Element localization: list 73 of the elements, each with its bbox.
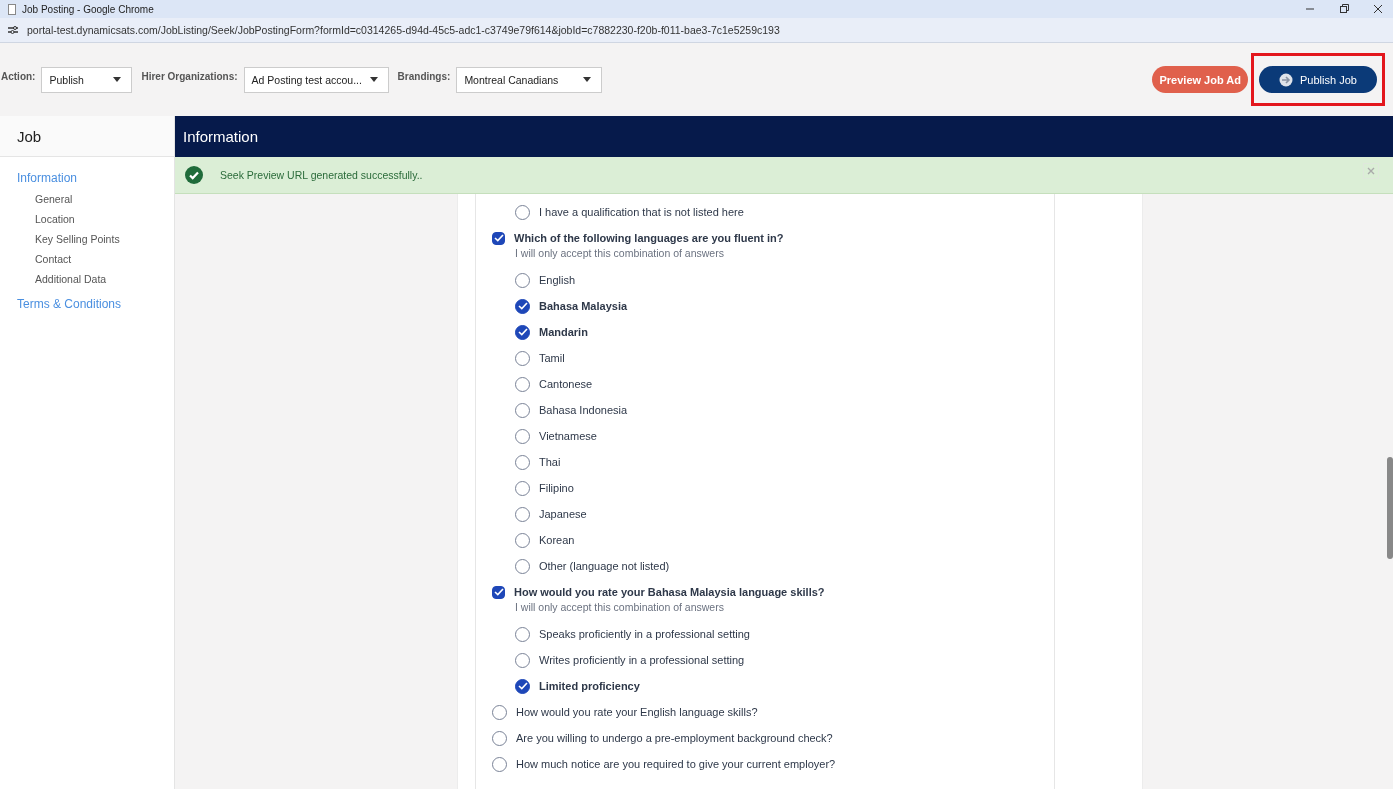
option-label: Vietnamese	[539, 430, 597, 442]
question-checkbox[interactable]	[492, 704, 507, 720]
site-settings-icon[interactable]	[7, 25, 19, 35]
option-label: Tamil	[539, 352, 565, 364]
option-label: Japanese	[539, 508, 587, 520]
preview-button[interactable]: Preview Job Ad	[1152, 66, 1248, 93]
sidebar-item[interactable]: Location	[17, 213, 174, 225]
check-circle-icon	[185, 166, 203, 184]
option-label: Cantonese	[539, 378, 593, 390]
option-label: I have a qualification that is not listed here	[539, 206, 744, 218]
filter-label: Hirer Organizations:	[141, 71, 238, 82]
option-label: Bahasa Indonesia	[539, 404, 628, 416]
option-checkbox[interactable]	[515, 506, 530, 522]
question-text: How would you rate your Bahasa Malaysia language skills?	[514, 586, 825, 598]
option-checkbox[interactable]	[515, 324, 530, 340]
option-label: Mandarin	[539, 326, 588, 338]
restore-icon[interactable]	[1339, 4, 1349, 14]
option-checkbox[interactable]	[515, 350, 530, 366]
option-label: English	[539, 274, 576, 286]
option-checkbox[interactable]	[515, 272, 530, 288]
sidebar-title: Job	[0, 116, 174, 157]
question-text: How would you rate your English language skills?	[516, 706, 758, 718]
question-checkbox[interactable]	[492, 730, 507, 746]
option-label: Korean	[539, 534, 575, 546]
option-checkbox[interactable]	[515, 298, 530, 314]
caret-icon	[583, 77, 592, 82]
option-checkbox[interactable]	[515, 652, 530, 668]
option-label: Thai	[539, 456, 561, 468]
window-title: Job Posting - Google Chrome	[22, 3, 155, 15]
scrollbar-thumb[interactable]	[1387, 457, 1393, 559]
option-label: Filipino	[539, 482, 574, 494]
question-text: How much notice are you required to give your current employer?	[516, 758, 836, 770]
caret-icon	[113, 77, 122, 82]
page-icon	[8, 3, 16, 15]
option-checkbox[interactable]	[515, 678, 530, 694]
filter-dropdown[interactable]: Montreal Canadians	[456, 66, 603, 93]
question-checkbox[interactable]	[492, 756, 507, 772]
question-text: Which of the following languages are you fluent in?	[514, 232, 784, 244]
sidebar-section-link[interactable]: Information	[17, 171, 174, 185]
option-checkbox[interactable]	[515, 402, 530, 418]
question-text: Are you willing to undergo a pre-employment background check?	[516, 732, 833, 744]
sidebar-section-link[interactable]: Terms & Conditions	[17, 297, 174, 311]
option-checkbox[interactable]	[515, 626, 530, 642]
question-checkbox[interactable]	[492, 231, 505, 245]
option-label: Speaks proficiently in a professional setting	[539, 628, 750, 640]
question-checkbox[interactable]	[492, 585, 505, 599]
option-checkbox[interactable]	[515, 532, 530, 548]
option-label: Writes proficiently in a professional setting	[539, 654, 745, 666]
option-checkbox[interactable]	[515, 454, 530, 470]
option-label: Other (language not listed)	[539, 560, 670, 572]
question-hint: I will only accept this combination of answers	[514, 601, 725, 615]
arrow-icon	[1279, 72, 1293, 87]
sidebar-item[interactable]: Key Selling Points	[17, 233, 174, 245]
option-label: Limited proficiency	[539, 680, 640, 692]
option-checkbox[interactable]	[515, 204, 530, 220]
sidebar-item[interactable]: Contact	[17, 253, 174, 265]
sidebar-item[interactable]: Additional Data	[17, 273, 174, 285]
caret-icon	[369, 77, 378, 82]
filter-dropdown[interactable]: Ad Posting test accou...	[243, 66, 389, 93]
panel-title: Information	[183, 128, 259, 145]
option-label: Bahasa Malaysia	[539, 300, 628, 312]
filter-label: Brandings:	[397, 71, 451, 82]
option-checkbox[interactable]	[515, 428, 530, 444]
option-checkbox[interactable]	[515, 480, 530, 496]
option-checkbox[interactable]	[515, 376, 530, 392]
option-checkbox[interactable]	[515, 558, 530, 574]
close-icon[interactable]	[1373, 4, 1383, 14]
filter-label: Action:	[1, 71, 36, 82]
publish-button[interactable]: Publish Job	[1259, 66, 1377, 93]
filter-dropdown[interactable]: Publish	[41, 66, 133, 93]
question-hint: I will only accept this combination of answers	[514, 247, 725, 261]
sidebar-item[interactable]: General	[17, 193, 174, 205]
alert-message: Seek Preview URL generated successfully..	[220, 169, 423, 181]
